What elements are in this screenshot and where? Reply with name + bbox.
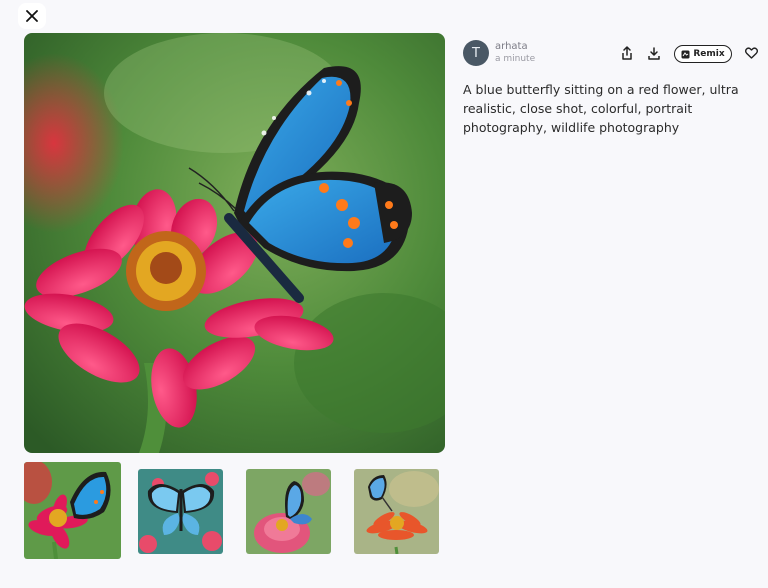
thumbnail-1[interactable] bbox=[24, 462, 121, 559]
share-icon bbox=[622, 46, 632, 60]
close-button[interactable] bbox=[18, 3, 46, 29]
remix-icon bbox=[681, 50, 690, 58]
thumbnail-2[interactable] bbox=[138, 469, 223, 554]
download-button[interactable] bbox=[645, 44, 663, 62]
remix-button[interactable]: Remix bbox=[674, 45, 732, 63]
prompt-text: A blue butterfly sitting on a red flower… bbox=[463, 82, 739, 135]
heart-icon bbox=[744, 47, 758, 59]
remix-label: Remix bbox=[693, 49, 725, 59]
main-image bbox=[24, 33, 445, 453]
thumbnail-3[interactable] bbox=[246, 469, 331, 554]
post-time: a minute bbox=[495, 54, 536, 64]
thumbnail-4[interactable] bbox=[354, 469, 439, 554]
share-button[interactable] bbox=[618, 44, 636, 62]
avatar-letter: T bbox=[472, 45, 480, 61]
download-icon bbox=[648, 46, 660, 60]
close-icon bbox=[26, 10, 38, 22]
like-button[interactable] bbox=[742, 44, 760, 62]
avatar[interactable]: T bbox=[463, 40, 489, 66]
author-name[interactable]: arhata bbox=[495, 41, 528, 52]
